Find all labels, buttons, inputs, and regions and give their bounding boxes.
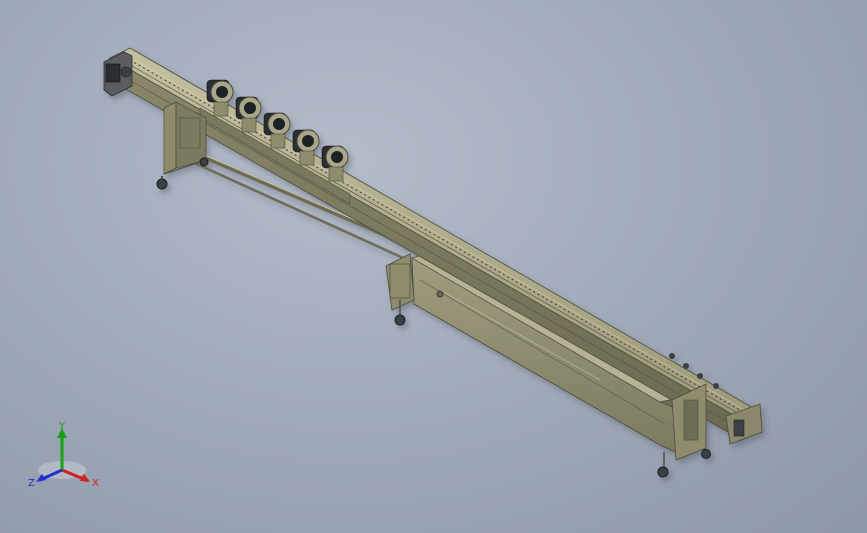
- x-axis-label: X: [92, 478, 99, 489]
- caster-wheel-icon: [394, 314, 406, 326]
- caster-wheel-icon: [657, 466, 669, 478]
- caster-wheel-icon: [199, 157, 209, 167]
- cad-scene[interactable]: X Y Z: [0, 0, 867, 533]
- cad-viewport[interactable]: X Y Z: [0, 0, 867, 533]
- caster-wheel-icon: [701, 449, 711, 459]
- y-axis-label: Y: [58, 421, 66, 432]
- left-stand[interactable]: [156, 101, 209, 190]
- caster-wheel-icon: [156, 178, 168, 190]
- z-axis-label: Z: [28, 478, 35, 489]
- conveyor-assembly[interactable]: [103, 47, 763, 478]
- main-beam[interactable]: [109, 47, 761, 441]
- coordinate-triad[interactable]: X Y Z: [28, 421, 99, 489]
- motor-icon: [105, 63, 121, 83]
